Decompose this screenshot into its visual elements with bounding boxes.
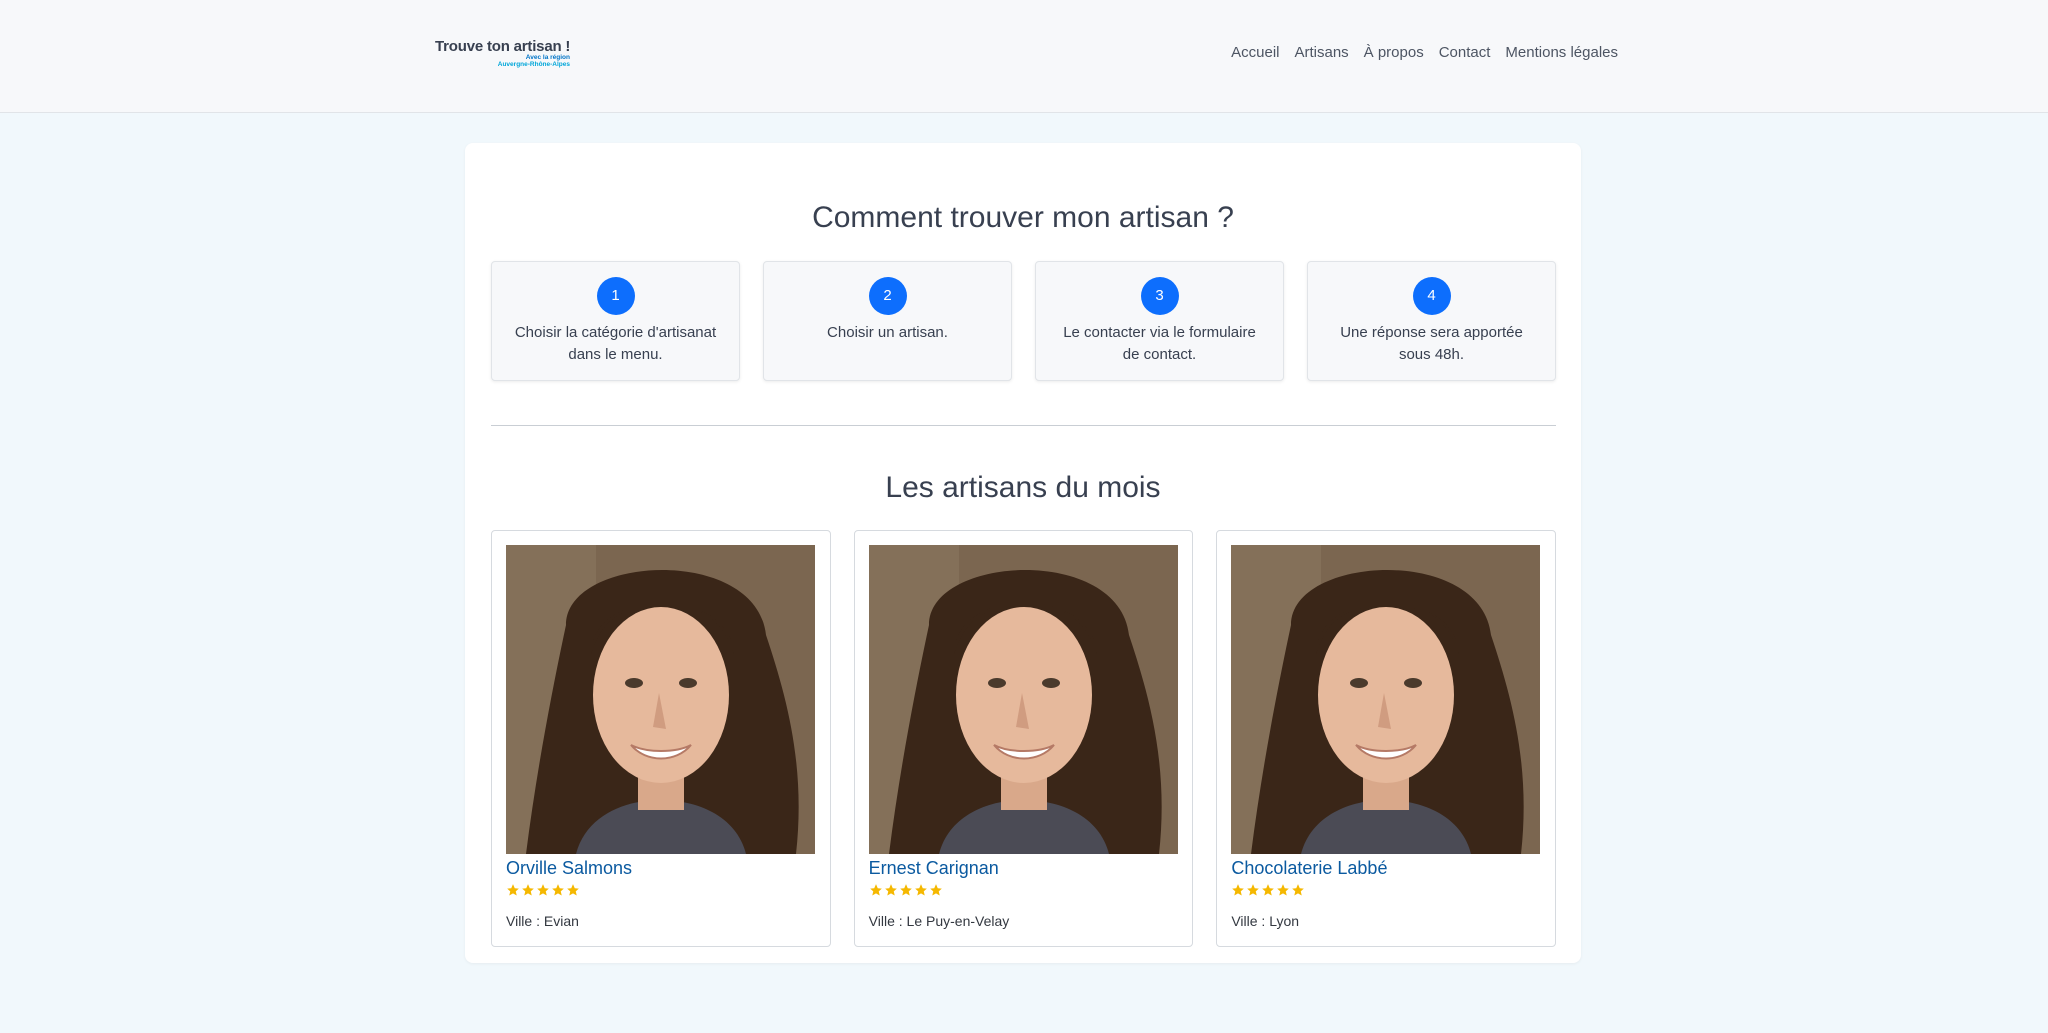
star-icon — [929, 884, 942, 896]
star-icon — [537, 884, 549, 896]
star-icon — [869, 884, 882, 896]
artisan-city: Ville : Le Puy-en-Velay — [868, 913, 1010, 929]
step-text: Le contacter via le formulaire de contac… — [1063, 324, 1256, 363]
steps-section-title: Comment trouver mon artisan ? — [812, 201, 1234, 234]
step-number-badge: 2 — [868, 277, 907, 315]
step-card: 4 Une réponse sera apportée sous 48h. — [1307, 261, 1556, 381]
nav-link-contact[interactable]: Contact — [1439, 44, 1491, 61]
star-icon — [914, 884, 927, 896]
step-card: 1 Choisir la catégorie d'artisanat dans … — [491, 261, 740, 381]
star-icon — [899, 884, 912, 896]
rating-stars — [1231, 883, 1305, 897]
main-nav: Accueil Artisans À propos Contact Mentio… — [1231, 44, 1618, 61]
star-icon — [522, 884, 534, 896]
star-icon — [1232, 884, 1245, 896]
artisan-photo — [1231, 545, 1541, 854]
artisan-name[interactable]: Orville Salmons — [506, 858, 632, 879]
artisans-list: Orville Salmons Ville : Evian Ernest Car… — [491, 530, 1557, 947]
step-text: Une réponse sera apportée sous 48h. — [1340, 324, 1523, 363]
star-icon — [567, 884, 579, 896]
star-icon — [552, 884, 564, 896]
portrait-image — [506, 545, 815, 854]
step-text: Choisir la catégorie d'artisanat dans le… — [514, 324, 717, 363]
step-number-badge: 1 — [596, 277, 635, 315]
step-card: 2 Choisir un artisan. — [763, 261, 1012, 381]
star-icon — [884, 884, 897, 896]
star-icon — [1247, 884, 1260, 896]
step-text: Choisir un artisan. — [827, 324, 948, 341]
artisan-photo — [868, 545, 1178, 854]
star-icon — [507, 884, 519, 896]
artisans-section-title: Les artisans du mois — [885, 471, 1161, 504]
artisan-name[interactable]: Ernest Carignan — [869, 858, 999, 879]
steps-list: 1 Choisir la catégorie d'artisanat dans … — [491, 261, 1556, 381]
nav-link-artisans[interactable]: Artisans — [1294, 44, 1348, 61]
artisan-name[interactable]: Chocolaterie Labbé — [1231, 858, 1387, 879]
star-icon — [1292, 884, 1305, 896]
rating-stars — [869, 883, 943, 897]
portrait-image — [868, 545, 1178, 854]
nav-link-a-propos[interactable]: À propos — [1364, 44, 1424, 61]
artisan-card[interactable]: Ernest Carignan Ville : Le Puy-en-Velay — [853, 530, 1194, 947]
artisan-photo — [506, 545, 815, 854]
artisan-city: Ville : Evian — [506, 913, 579, 929]
artisan-card[interactable]: Orville Salmons Ville : Evian — [491, 530, 831, 947]
step-number-badge: 3 — [1140, 277, 1179, 315]
logo-subtitle-region: Avec la région — [525, 54, 570, 61]
site-logo[interactable]: Trouve ton artisan ! Avec la région Auve… — [435, 38, 575, 72]
site-header: Trouve ton artisan ! Avec la région Auve… — [0, 0, 2048, 113]
rating-stars — [506, 883, 580, 897]
step-number-badge: 4 — [1412, 277, 1451, 315]
artisan-card[interactable]: Chocolaterie Labbé Ville : Lyon — [1216, 530, 1557, 947]
star-icon — [1277, 884, 1290, 896]
artisan-city: Ville : Lyon — [1231, 913, 1300, 929]
step-card: 3 Le contacter via le formulaire de cont… — [1035, 261, 1284, 381]
logo-title: Trouve ton artisan ! — [435, 38, 571, 55]
portrait-image — [1231, 545, 1541, 854]
star-icon — [1262, 884, 1275, 896]
section-divider — [491, 425, 1556, 426]
main-content-card: Comment trouver mon artisan ? 1 Choisir … — [465, 143, 1581, 963]
nav-link-accueil[interactable]: Accueil — [1231, 44, 1279, 61]
nav-link-mentions-legales[interactable]: Mentions légales — [1505, 44, 1618, 61]
logo-subtitle-area: Auvergne-Rhône-Alpes — [497, 61, 570, 68]
